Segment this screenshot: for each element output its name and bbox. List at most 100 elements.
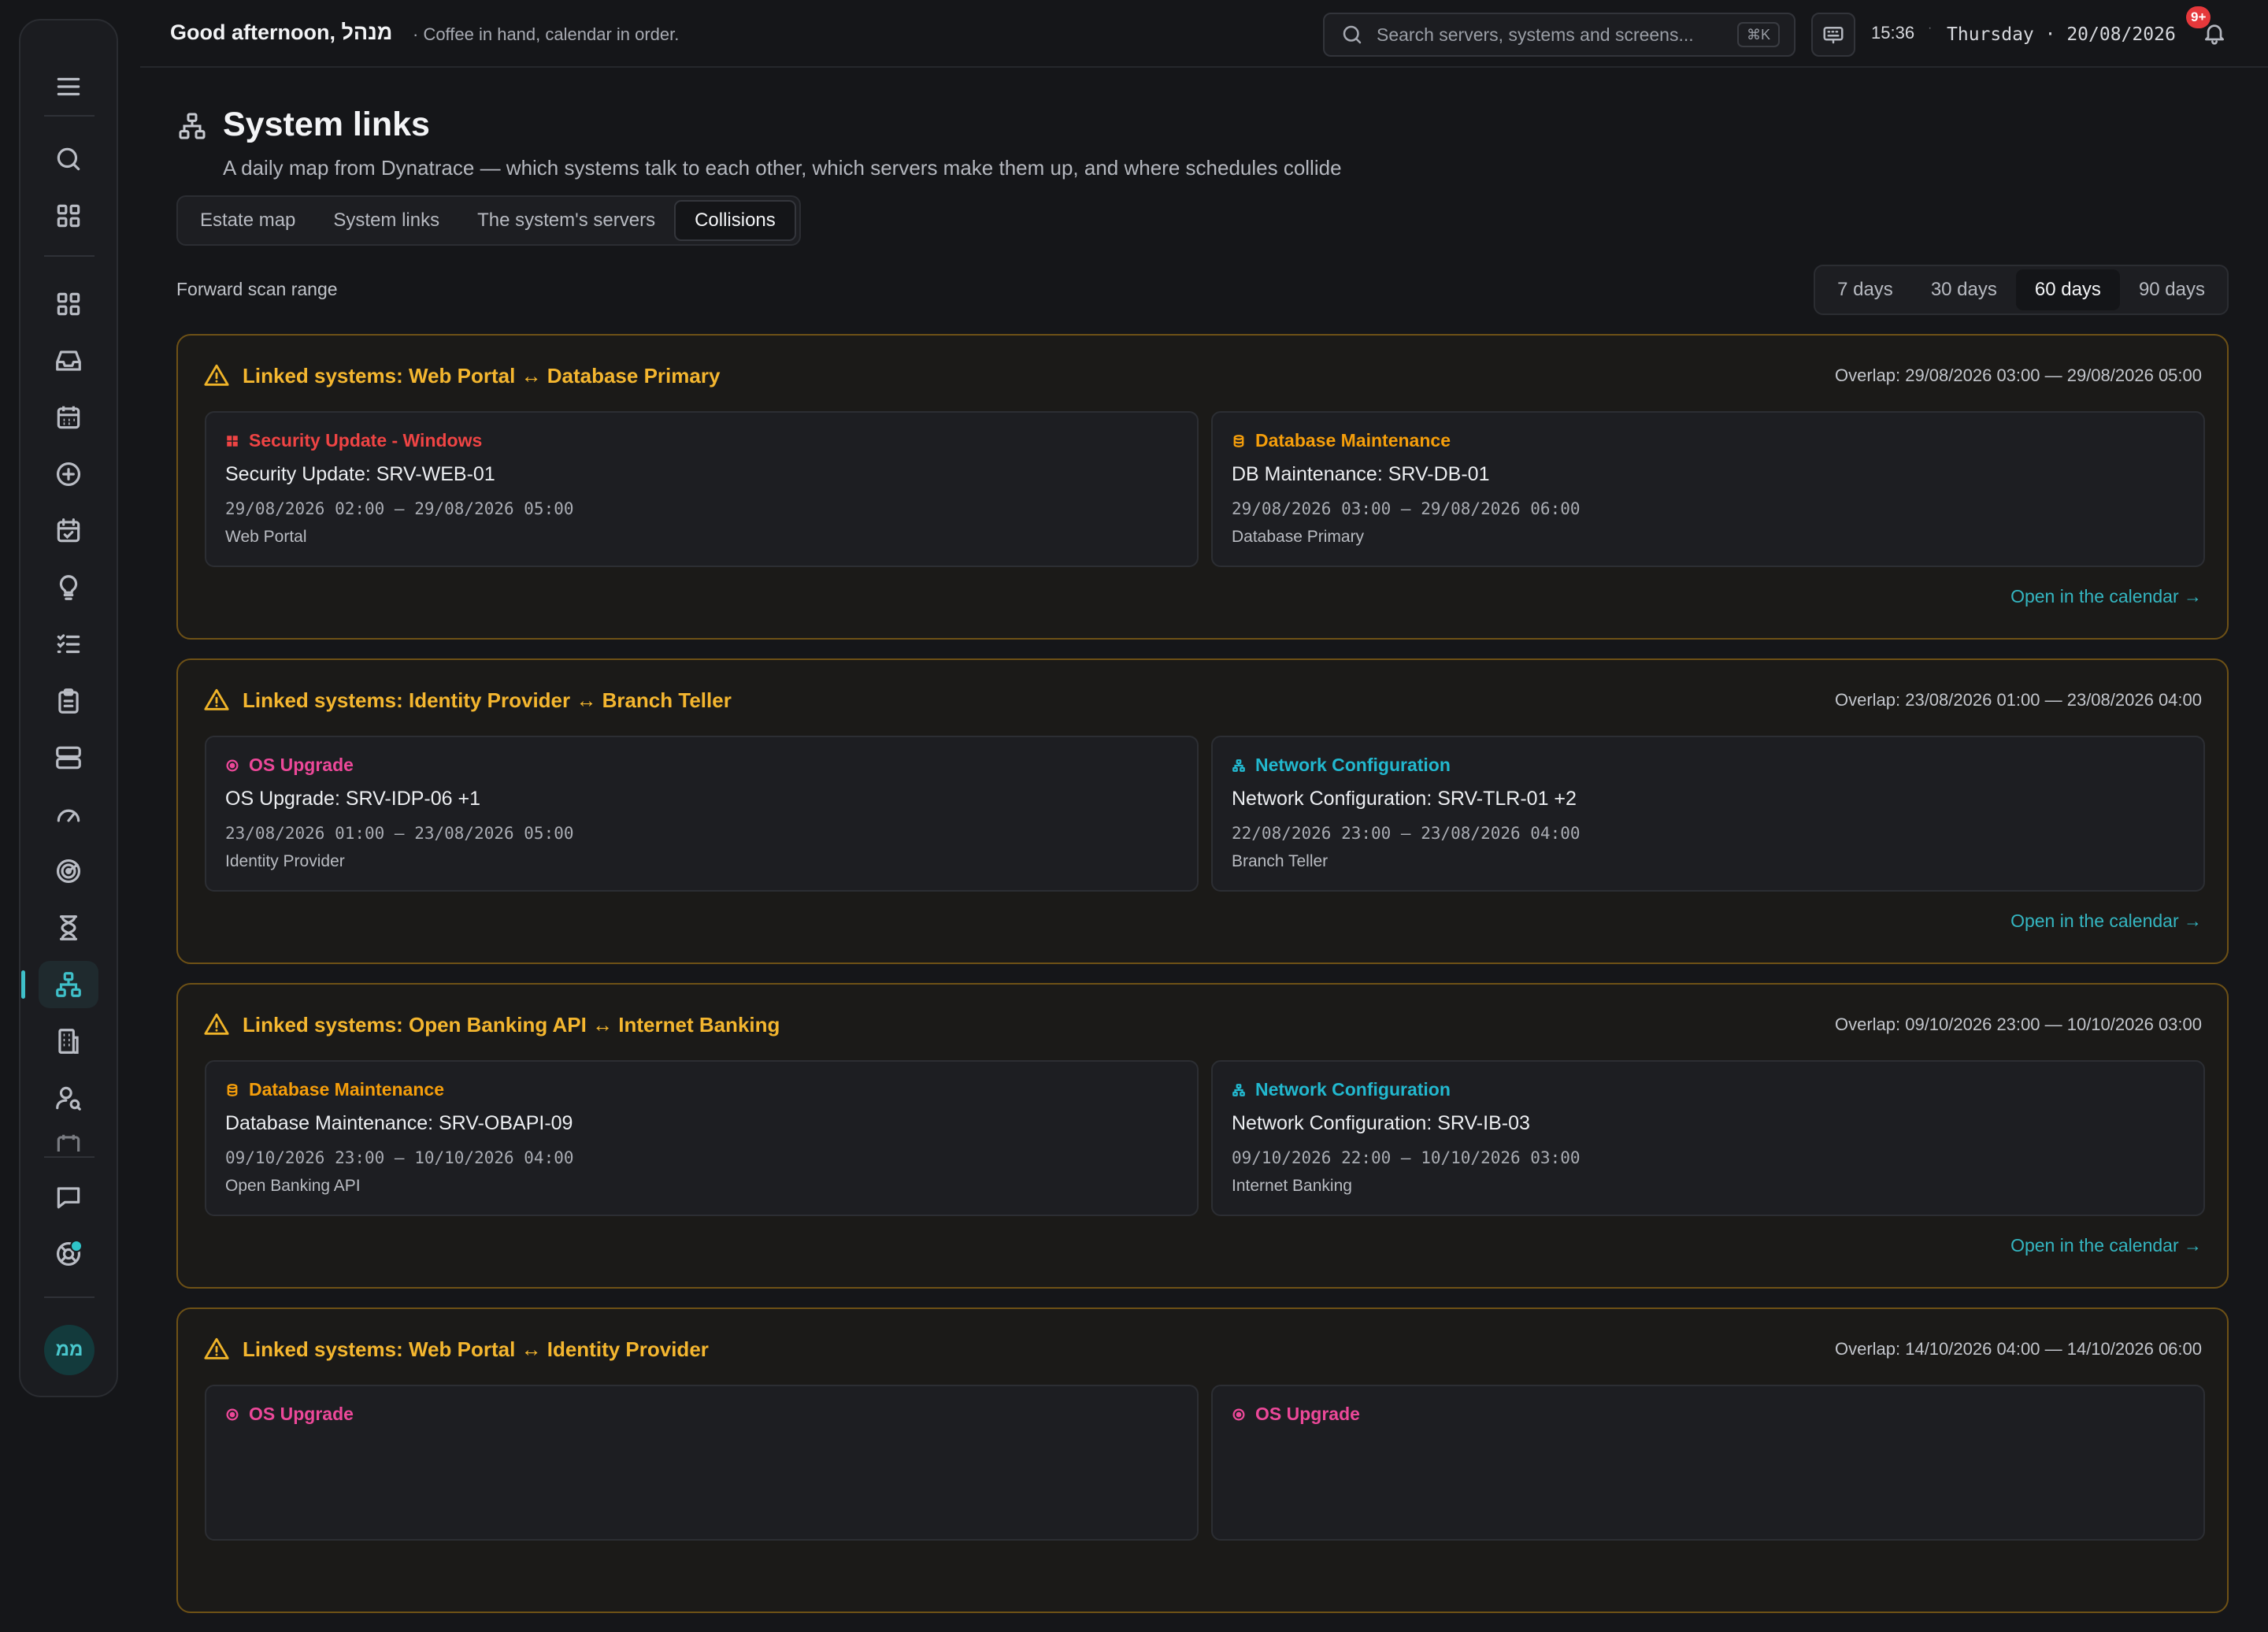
overlap-range: Overlap: 14/10/2026 04:00 — 14/10/2026 0… bbox=[1834, 1339, 2202, 1359]
event-type-label: Security Update - Windows bbox=[249, 430, 483, 451]
event-time: 23/08/2026 01:00 — 23/08/2026 05:00 bbox=[225, 824, 574, 843]
sidebar-item-add[interactable] bbox=[39, 451, 98, 498]
grid-icon bbox=[57, 204, 80, 228]
overlap-range: Overlap: 23/08/2026 01:00 — 23/08/2026 0… bbox=[1834, 690, 2202, 710]
sidebar-item-system-links[interactable] bbox=[21, 961, 98, 1008]
search-icon bbox=[1343, 25, 1362, 44]
collision-card: Linked systems: Web Portal ↔ Database Pr… bbox=[176, 334, 2229, 640]
collision-title: Linked systems: Open Banking API ↔ Inter… bbox=[243, 1012, 780, 1037]
collision-card: Linked systems: Identity Provider ↔ Bran… bbox=[176, 658, 2229, 964]
tab-estate-map[interactable]: Estate map bbox=[181, 200, 314, 241]
sidebar-item-ideas[interactable] bbox=[39, 564, 98, 611]
warning-icon bbox=[203, 1336, 230, 1363]
event-title: OS Upgrade: SRV-IDP-06 +1 bbox=[225, 788, 481, 810]
range-label: Forward scan range bbox=[176, 279, 338, 299]
os-upgrade-icon bbox=[226, 1408, 239, 1420]
sidebar-item-calendar[interactable] bbox=[39, 394, 98, 441]
lightbulb-icon bbox=[59, 575, 78, 600]
event-type: Database Maintenance bbox=[1232, 430, 1451, 451]
event-type-label: OS Upgrade bbox=[249, 1404, 354, 1424]
tab-system-servers[interactable]: The system's servers bbox=[458, 200, 674, 241]
inbox-icon bbox=[56, 351, 81, 371]
sidebar-item-organization[interactable] bbox=[39, 1018, 98, 1065]
sidebar-item-dashboard[interactable] bbox=[39, 280, 98, 328]
tab-collisions[interactable]: Collisions bbox=[674, 200, 796, 241]
sidebar-item-monitoring[interactable] bbox=[39, 848, 98, 895]
hamburger-icon bbox=[57, 77, 80, 96]
event-title: Network Configuration: SRV-IB-03 bbox=[1232, 1112, 1530, 1134]
calendar-icon bbox=[57, 1134, 80, 1152]
event-time: 09/10/2026 22:00 — 10/10/2026 03:00 bbox=[1232, 1148, 1581, 1167]
event-title: DB Maintenance: SRV-DB-01 bbox=[1232, 463, 1490, 485]
event-card[interactable]: Database Maintenance DB Maintenance: SRV… bbox=[1211, 411, 2205, 567]
avatar[interactable]: ממ bbox=[44, 1325, 94, 1375]
database-icon bbox=[227, 1083, 238, 1096]
event-system: Web Portal bbox=[225, 528, 307, 546]
sidebar-item-reports[interactable] bbox=[39, 677, 98, 725]
sidebar-item-pending[interactable] bbox=[39, 904, 98, 951]
keyboard-shortcuts-button[interactable] bbox=[1811, 13, 1855, 57]
range-option-7[interactable]: 7 days bbox=[1818, 269, 1912, 310]
event-system: Identity Provider bbox=[225, 852, 345, 870]
event-type-label: OS Upgrade bbox=[1255, 1404, 1360, 1424]
sitemap-icon bbox=[176, 110, 208, 142]
calendar-icon bbox=[57, 406, 80, 429]
greeting: Good afternoon, מנהל bbox=[170, 20, 393, 44]
calendar-check-icon bbox=[57, 518, 80, 543]
hourglass-icon bbox=[59, 915, 78, 940]
event-card[interactable]: Network Configuration Network Configurat… bbox=[1211, 1060, 2205, 1216]
range-selector: 7 days 30 days 60 days 90 days bbox=[1814, 265, 2229, 315]
sidebar-item-search[interactable] bbox=[39, 135, 98, 183]
sidebar-item-support[interactable] bbox=[39, 1230, 98, 1278]
search-icon bbox=[57, 147, 80, 171]
search-shortcut: ⌘K bbox=[1736, 22, 1780, 47]
overlap-range: Overlap: 09/10/2026 23:00 — 10/10/2026 0… bbox=[1834, 1014, 2202, 1034]
sidebar-item-schedule[interactable] bbox=[39, 507, 98, 555]
server-icon bbox=[56, 746, 81, 770]
collision-card: Linked systems: Open Banking API ↔ Inter… bbox=[176, 983, 2229, 1289]
open-in-calendar-link[interactable]: Open in the calendar → bbox=[2010, 1235, 2202, 1256]
range-option-90[interactable]: 90 days bbox=[2120, 269, 2224, 310]
sidebar-item-partial[interactable] bbox=[39, 1131, 98, 1152]
radar-icon bbox=[56, 859, 81, 884]
event-card[interactable]: OS Upgrade bbox=[1211, 1385, 2205, 1541]
search-placeholder: Search servers, systems and screens... bbox=[1377, 24, 1694, 45]
sidebar-item-chat[interactable] bbox=[39, 1174, 98, 1221]
network-icon bbox=[1232, 759, 1245, 772]
range-option-60[interactable]: 60 days bbox=[2015, 269, 2120, 310]
search-input[interactable]: Search servers, systems and screens... ⌘… bbox=[1323, 13, 1796, 57]
network-icon bbox=[1232, 1083, 1245, 1096]
sidebar-item-apps[interactable] bbox=[39, 192, 98, 239]
sidebar-item-performance[interactable] bbox=[39, 791, 98, 838]
range-option-30[interactable]: 30 days bbox=[1912, 269, 2016, 310]
building-icon bbox=[58, 1029, 79, 1054]
os-upgrade-icon bbox=[226, 759, 239, 771]
keyboard-icon bbox=[1823, 27, 1844, 44]
sidebar-item-inbox[interactable] bbox=[39, 337, 98, 384]
sidebar-item-user-search[interactable] bbox=[39, 1074, 98, 1122]
plus-circle-icon bbox=[56, 462, 81, 487]
sidebar-item-tasks[interactable] bbox=[39, 621, 98, 668]
collision-title: Linked systems: Web Portal ↔ Database Pr… bbox=[243, 363, 721, 388]
event-card[interactable]: OS Upgrade OS Upgrade: SRV-IDP-06 +1 23/… bbox=[205, 736, 1199, 892]
event-type-label: Database Maintenance bbox=[1255, 430, 1451, 451]
warning-icon bbox=[203, 362, 230, 389]
menu-button[interactable] bbox=[39, 63, 98, 110]
event-time: 09/10/2026 23:00 — 10/10/2026 04:00 bbox=[225, 1148, 574, 1167]
sidebar-item-servers[interactable] bbox=[39, 734, 98, 781]
event-type: Security Update - Windows bbox=[225, 430, 482, 451]
event-card[interactable]: Database Maintenance Database Maintenanc… bbox=[205, 1060, 1199, 1216]
checklist-icon bbox=[57, 634, 80, 654]
event-card[interactable]: OS Upgrade bbox=[205, 1385, 1199, 1541]
clipboard-icon bbox=[58, 688, 79, 714]
open-in-calendar-link[interactable]: Open in the calendar → bbox=[2010, 911, 2202, 932]
open-in-calendar-link[interactable]: Open in the calendar → bbox=[2010, 586, 2202, 607]
event-card[interactable]: Network Configuration Network Configurat… bbox=[1211, 736, 2205, 892]
event-card[interactable]: Security Update - Windows Security Updat… bbox=[205, 411, 1199, 567]
sidebar: ממ bbox=[19, 19, 118, 1397]
clock: 15:36 bbox=[1871, 23, 1915, 43]
event-type: Network Configuration bbox=[1232, 755, 1451, 776]
event-time: 22/08/2026 23:00 — 23/08/2026 04:00 bbox=[1232, 824, 1581, 843]
tab-system-links[interactable]: System links bbox=[314, 200, 458, 241]
current-date: Thursday · 20/08/2026 bbox=[1947, 24, 2176, 45]
